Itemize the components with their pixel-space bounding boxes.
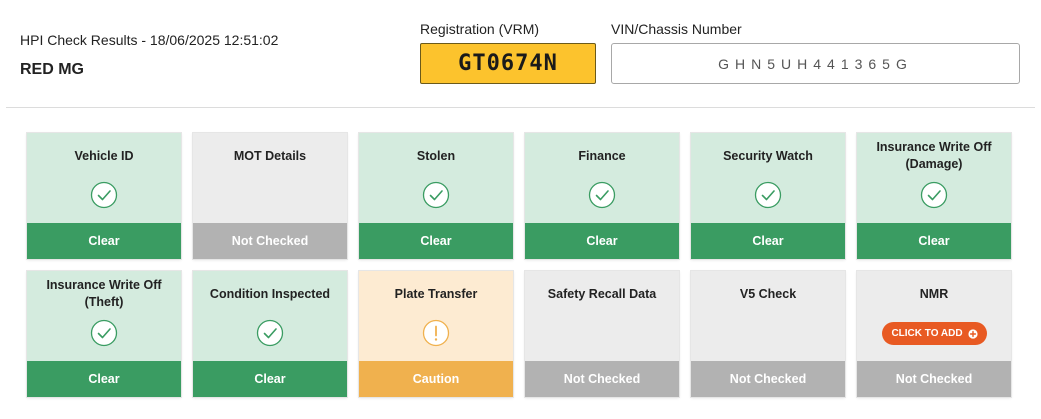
check-status: Not Checked — [691, 361, 845, 397]
check-status: Clear — [27, 223, 181, 259]
check-card-vehicle-id: Vehicle ID Clear — [27, 133, 181, 259]
check-status: Clear — [857, 223, 1011, 259]
check-status: Clear — [525, 223, 679, 259]
vrm-label: Registration (VRM) — [420, 21, 540, 37]
check-card-safety-recall-data: Safety Recall Data Not Checked — [525, 271, 679, 397]
check-card-v5-check: V5 Check Not Checked — [691, 271, 845, 397]
check-title: Condition Inspected — [209, 286, 331, 301]
results-title: HPI Check Results - 18/06/2025 12:51:02 — [20, 32, 279, 48]
check-card-nmr: NMR CLICK TO ADD Not Checked — [857, 271, 1011, 397]
check-title: V5 Check — [739, 286, 797, 301]
registration-plate: GT0674N — [420, 43, 596, 84]
exclamation-circle-icon — [422, 319, 450, 347]
check-card-plate-transfer: Plate Transfer Caution — [359, 271, 513, 397]
check-card-insurance-write-off-theft: Insurance Write Off (Theft) Clear — [27, 271, 181, 397]
click-to-add-label: CLICK TO ADD — [891, 328, 963, 339]
check-circle-icon — [754, 181, 782, 209]
check-circle-icon — [588, 181, 616, 209]
check-circle-icon — [90, 181, 118, 209]
check-card-insurance-write-off-damage: Insurance Write Off (Damage) Clear — [857, 133, 1011, 259]
check-status: Clear — [359, 223, 513, 259]
check-status: Clear — [193, 361, 347, 397]
check-status: Clear — [691, 223, 845, 259]
check-circle-icon — [422, 181, 450, 209]
check-title: MOT Details — [233, 148, 307, 163]
check-circle-icon — [90, 319, 118, 347]
check-status: Not Checked — [525, 361, 679, 397]
check-card-finance: Finance Clear — [525, 133, 679, 259]
check-title: NMR — [919, 286, 949, 301]
header-divider — [6, 107, 1035, 108]
check-title: Vehicle ID — [74, 148, 134, 163]
check-card-security-watch: Security Watch Clear — [691, 133, 845, 259]
check-title: Safety Recall Data — [547, 286, 657, 301]
vin-label: VIN/Chassis Number — [611, 21, 742, 37]
check-status: Clear — [27, 361, 181, 397]
check-status: Caution — [359, 361, 513, 397]
vehicle-name: RED MG — [20, 61, 84, 78]
vin-field: GHN5UH441365G — [611, 43, 1020, 84]
check-title: Finance — [578, 148, 626, 163]
check-card-condition-inspected: Condition Inspected Clear — [193, 271, 347, 397]
check-title: Plate Transfer — [394, 286, 478, 301]
check-status: Not Checked — [193, 223, 347, 259]
check-circle-icon — [920, 181, 948, 209]
check-title: Insurance Write Off (Theft) — [46, 278, 162, 309]
check-circle-icon — [256, 319, 284, 347]
check-status: Not Checked — [857, 361, 1011, 397]
plus-circle-icon — [967, 328, 978, 339]
check-title: Insurance Write Off (Damage) — [876, 140, 992, 171]
check-card-mot-details: MOT Details Not Checked — [193, 133, 347, 259]
check-title: Security Watch — [723, 148, 813, 163]
click-to-add-button[interactable]: CLICK TO ADD — [882, 322, 987, 345]
check-title: Stolen — [416, 148, 456, 163]
check-card-stolen: Stolen Clear — [359, 133, 513, 259]
results-header: HPI Check Results - 18/06/2025 12:51:02 … — [0, 0, 1041, 108]
